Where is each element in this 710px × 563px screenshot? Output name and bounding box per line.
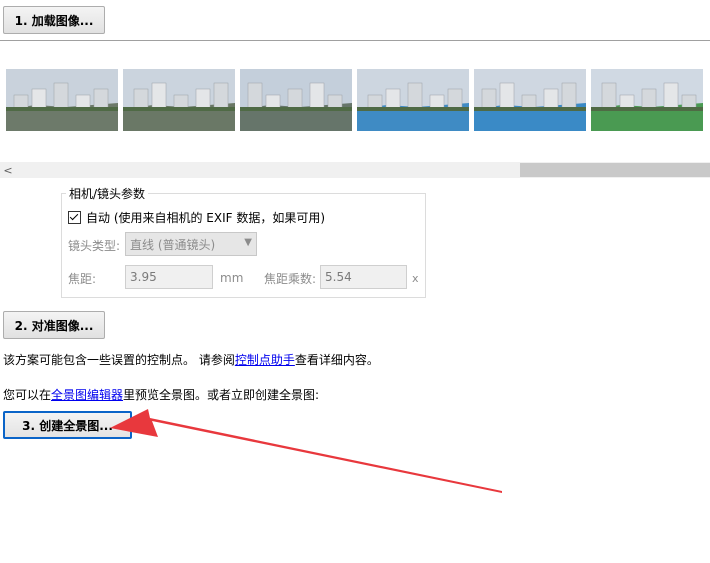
annotation-arrow-icon [110, 409, 502, 493]
